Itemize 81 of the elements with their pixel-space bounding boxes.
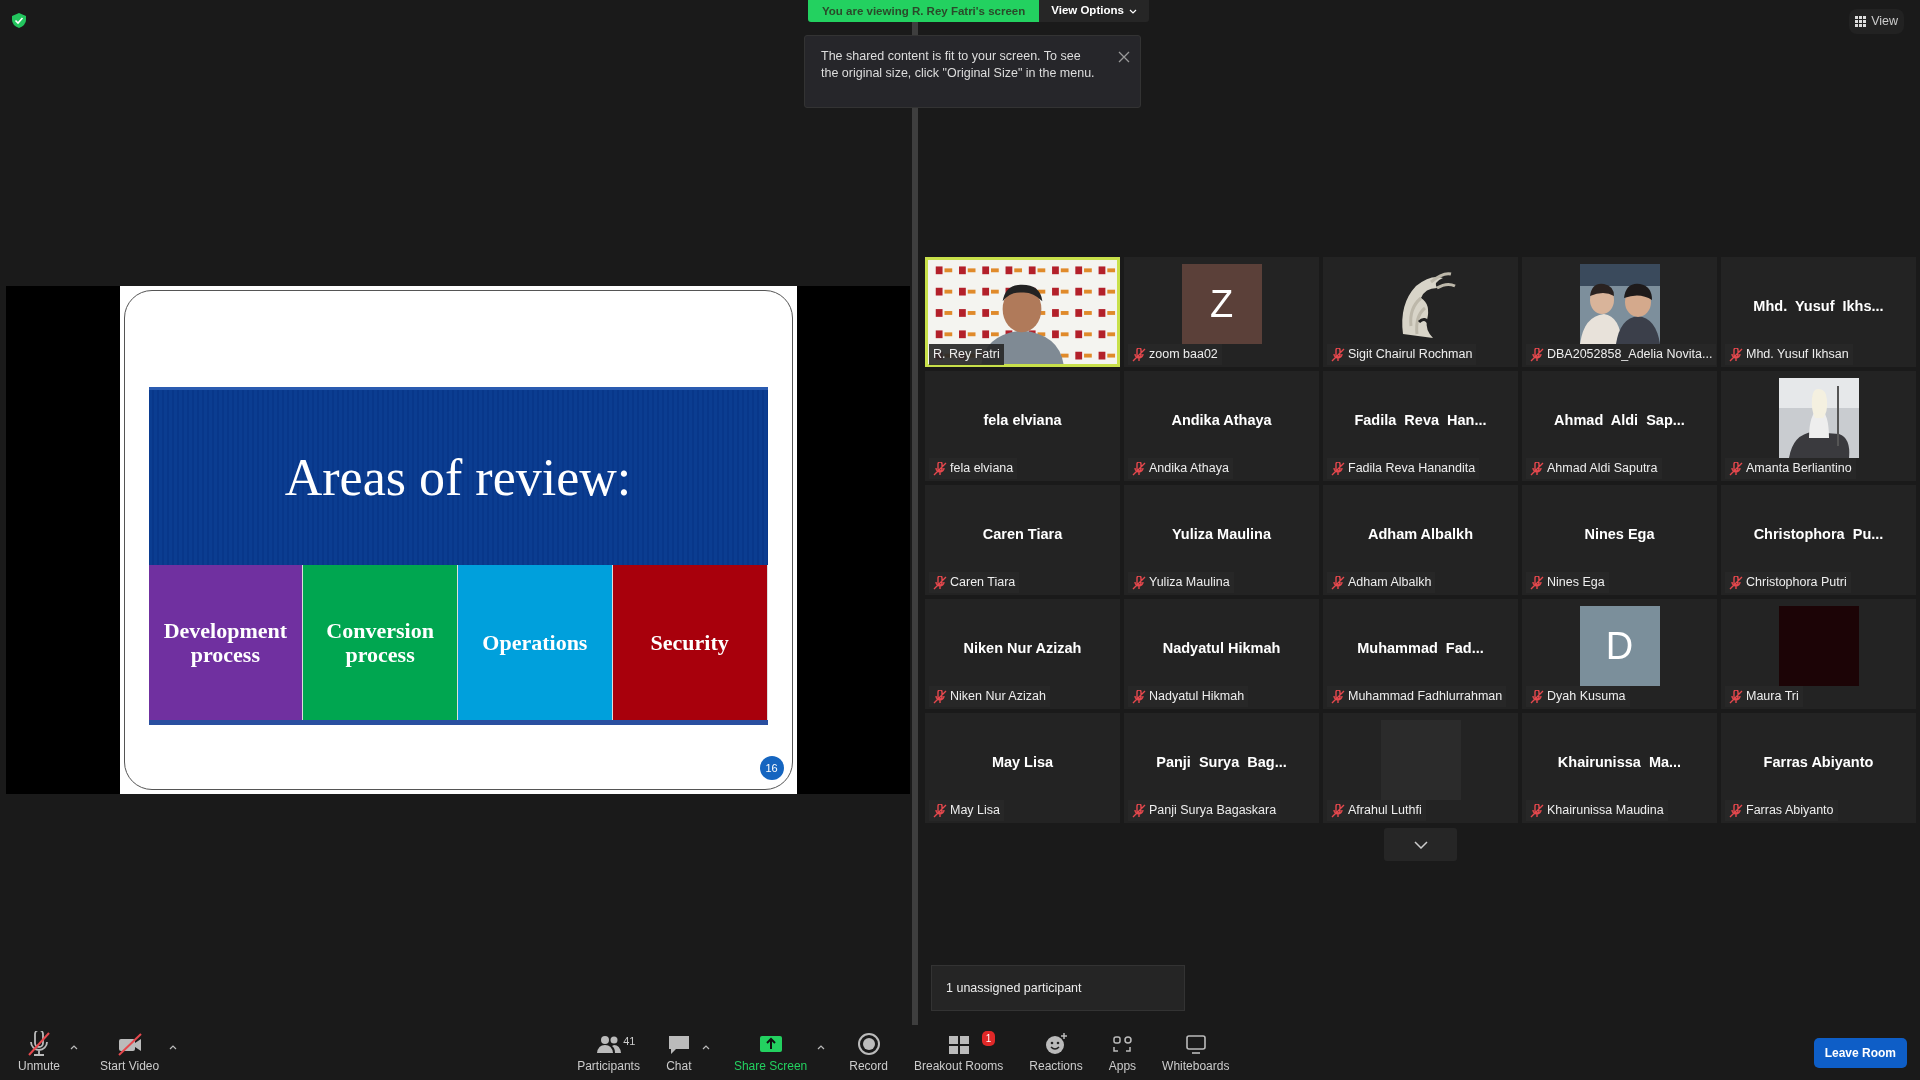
participant-label: Mhd. Yusuf Ikhsan xyxy=(1746,346,1849,364)
toolbar-button[interactable]: Chat xyxy=(659,1030,698,1075)
participant-label: Dyah Kusuma xyxy=(1547,688,1626,706)
participant-name: Ahmad Aldi Sap... xyxy=(1554,411,1685,431)
chevron-down-icon xyxy=(1413,840,1428,849)
participant-label: fela elviana xyxy=(950,460,1014,478)
toolbar-button[interactable]: Record xyxy=(843,1030,894,1075)
participant-label: zoom baa02 xyxy=(1149,346,1218,364)
participant-label: May Lisa xyxy=(950,802,1001,820)
participant-count: 41 xyxy=(623,1033,636,1049)
participant-name: Mhd. Yusuf Ikhs... xyxy=(1753,297,1884,317)
leave-button[interactable]: Leave Room xyxy=(1813,1037,1907,1068)
toolbar-button[interactable]: Apps xyxy=(1102,1030,1143,1075)
view-button[interactable]: View xyxy=(1849,9,1904,34)
toolbar-button[interactable]: Share Screen xyxy=(727,1030,814,1075)
participant-name: Muhammad Fad... xyxy=(1357,639,1484,659)
participant-name: fela elviana xyxy=(983,411,1062,431)
participant-label: Christophora Putri xyxy=(1746,574,1847,592)
participant-label: Sigit Chairul Rochman xyxy=(1348,346,1473,364)
close-icon xyxy=(1118,50,1130,63)
participant-label: Khairunissa Maudina xyxy=(1547,802,1664,820)
participant-name: May Lisa xyxy=(991,753,1054,773)
participant-label: Muhammad Fadhlurrahman xyxy=(1348,688,1503,706)
record-icon xyxy=(855,1030,882,1057)
video-off-icon xyxy=(116,1030,143,1057)
avatar: D xyxy=(1579,606,1660,686)
slide-box: Conversion process xyxy=(303,565,458,720)
participant-label: Afrahul Luthfi xyxy=(1348,802,1422,820)
participant-name: Andika Athaya xyxy=(1171,411,1272,431)
toolbar-button[interactable]: Start Video xyxy=(94,1030,166,1075)
caret-icon xyxy=(817,1044,826,1050)
participant-name: Khairunissa Ma... xyxy=(1557,753,1682,773)
tooltip-text: The shared content is fit to your screen. To see the original size, click "Original Size" in the menu. xyxy=(821,48,1096,82)
grid-icon xyxy=(1855,15,1867,27)
toolbar-button[interactable]: Breakout Rooms 1 xyxy=(907,1030,1010,1075)
participant-label: Nines Ega xyxy=(1547,574,1605,592)
page-number: 16 xyxy=(759,756,784,780)
slide-box: Operations xyxy=(458,565,613,720)
participant-label: Andika Athaya xyxy=(1149,460,1229,478)
notification-badge: 1 xyxy=(981,1030,996,1046)
share-banner: You are viewing R. Rey Fatri's screen xyxy=(808,0,1040,22)
slide-title: Areas of review: xyxy=(148,387,768,565)
participant-label: R. Rey Fatri xyxy=(933,346,1000,364)
toolbar-button[interactable]: Participants 41 xyxy=(571,1030,646,1075)
shield-icon xyxy=(12,13,26,28)
caret-icon xyxy=(70,1044,79,1050)
toolbar-button[interactable]: Whiteboards xyxy=(1156,1030,1236,1075)
avatar: Z xyxy=(1181,264,1262,344)
participant-label: Fadila Reva Hanandita xyxy=(1348,460,1476,478)
participant-name: Nines Ega xyxy=(1584,525,1655,545)
participant-name: Niken Nur Azizah xyxy=(963,639,1082,659)
toolbar-button[interactable]: Reactions xyxy=(1023,1030,1089,1075)
view-options-button[interactable]: View Options xyxy=(1039,0,1149,22)
participant-label: Ahmad Aldi Saputra xyxy=(1547,460,1658,478)
participant-label: DBA2052858_Adelia Novita... xyxy=(1547,346,1713,364)
toolbar-button[interactable]: Unmute xyxy=(12,1030,67,1075)
caret-icon xyxy=(1128,8,1137,14)
participant-name: Fadila Reva Han... xyxy=(1354,411,1487,431)
participant-label: Niken Nur Azizah xyxy=(950,688,1046,706)
participant-label: Yuliza Maulina xyxy=(1149,574,1230,592)
slide-box: Development process xyxy=(148,565,304,720)
participant-label: Adham Albalkh xyxy=(1348,574,1432,592)
participant-label: Panji Surya Bagaskara xyxy=(1149,802,1277,820)
participant-label: Caren Tiara xyxy=(950,574,1016,592)
participant-name: Panji Surya Bag... xyxy=(1156,753,1287,773)
participant-name: Farras Abiyanto xyxy=(1763,753,1874,773)
participant-name: Yuliza Maulina xyxy=(1171,525,1272,545)
muted-mic-icon xyxy=(26,1030,52,1057)
participant-name: Christophora Pu... xyxy=(1753,525,1884,545)
caret-icon xyxy=(169,1044,178,1050)
smiley-icon xyxy=(1043,1030,1070,1057)
participant-label: Farras Abiyanto xyxy=(1746,802,1834,820)
slide-box: Security xyxy=(612,565,768,720)
participant-name: Caren Tiara xyxy=(982,525,1063,545)
participant-name: Nadyatul Hikmah xyxy=(1162,639,1281,659)
caret-icon xyxy=(701,1044,710,1050)
participant-label: Maura Tri xyxy=(1746,688,1799,706)
participant-label: Nadyatul Hikmah xyxy=(1149,688,1245,706)
participant-label: Amanta Berliantino xyxy=(1746,460,1852,478)
participant-name: Adham Albalkh xyxy=(1368,525,1473,545)
tooltip-text: 1 unassigned participant xyxy=(931,965,1185,1011)
